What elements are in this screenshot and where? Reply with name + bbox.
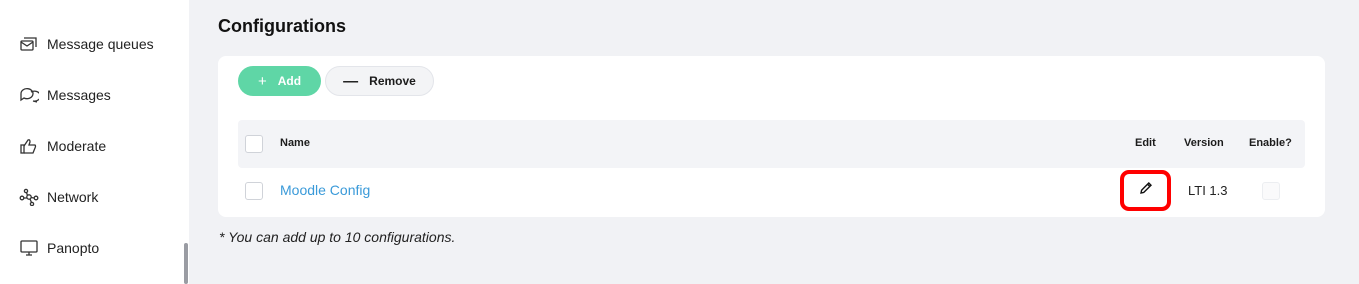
config-version: LTI 1.3 [1188, 183, 1228, 198]
enable-checkbox[interactable] [1262, 182, 1280, 200]
plus-icon: + [257, 72, 267, 90]
row-select-checkbox[interactable] [245, 182, 263, 200]
message-queue-icon [19, 35, 39, 53]
sidebar: Message queues Messages Moderate Network… [0, 0, 189, 284]
pencil-icon [1139, 181, 1153, 200]
thumbs-up-icon [19, 137, 39, 155]
add-button[interactable]: + Add [238, 66, 321, 96]
sidebar-item-label: Moderate [47, 138, 107, 154]
network-icon [19, 188, 39, 206]
sidebar-scrollbar[interactable] [184, 243, 188, 284]
sidebar-item-label: Panopto [47, 240, 100, 256]
config-name-link[interactable]: Moodle Config [280, 182, 370, 198]
column-header-edit: Edit [1135, 137, 1156, 149]
select-all-checkbox[interactable] [245, 135, 263, 153]
configurations-card: + Add — Remove Name Edit Version Enable?… [218, 56, 1325, 217]
sidebar-item-network[interactable]: Network [0, 177, 182, 217]
page-title: Configurations [218, 16, 346, 36]
remove-button-label: Remove [369, 74, 416, 88]
column-header-version: Version [1184, 137, 1224, 149]
table-header: Name Edit Version Enable? [238, 120, 1305, 168]
add-button-label: Add [277, 74, 302, 88]
chat-bubbles-icon [19, 86, 39, 104]
monitor-icon [19, 239, 39, 257]
column-header-enable: Enable? [1249, 137, 1292, 149]
configurations-limit-note: * You can add up to 10 configurations. [219, 229, 456, 245]
sidebar-item-label: Messages [47, 87, 111, 103]
sidebar-item-label: Network [47, 189, 99, 205]
minus-icon: — [343, 72, 359, 90]
sidebar-item-message-queues[interactable]: Message queues [0, 24, 182, 64]
sidebar-item-panopto[interactable]: Panopto [0, 228, 182, 268]
sidebar-item-messages[interactable]: Messages [0, 75, 182, 115]
edit-button[interactable] [1120, 170, 1171, 211]
table-row: Moodle Config LTI 1.3 [238, 168, 1305, 214]
remove-button[interactable]: — Remove [325, 66, 434, 96]
sidebar-item-moderate[interactable]: Moderate [0, 126, 182, 166]
column-header-name: Name [280, 137, 310, 149]
sidebar-item-label: Message queues [47, 36, 154, 52]
